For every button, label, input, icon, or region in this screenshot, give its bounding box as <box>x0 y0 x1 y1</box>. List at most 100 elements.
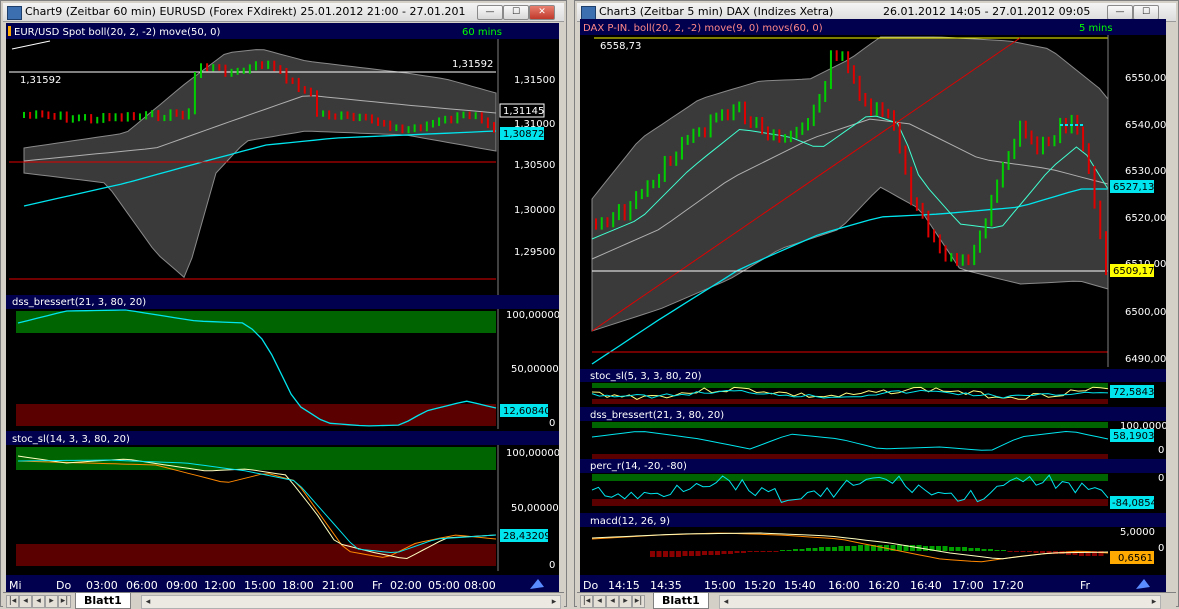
time-axis-label: 05:00 <box>428 579 460 592</box>
scroll-right-icon[interactable]: ▸ <box>1148 596 1160 608</box>
time-axis-label: 12:00 <box>204 579 236 592</box>
minimize-button[interactable]: — <box>1107 5 1133 20</box>
right-chart-canvas[interactable]: DAX P-IN. boll(20, 2, -2) move(9, 0) mov… <box>580 19 1166 593</box>
drawing-tool-line[interactable] <box>11 40 51 50</box>
axis-tick: 0 <box>1158 445 1164 456</box>
oversold-zone <box>592 399 1108 404</box>
axis-tick: 1,31500 <box>514 75 555 86</box>
scroll-left-icon[interactable]: ◂ <box>142 596 154 608</box>
macd-histogram-bar <box>799 549 805 551</box>
dss-line <box>591 430 1109 451</box>
next-page-button[interactable]: ▸ <box>45 595 58 608</box>
minimize-button[interactable]: — <box>477 5 503 20</box>
close-button[interactable]: ✕ <box>529 5 555 20</box>
price-tag-ma: 6527,13 <box>1113 182 1154 193</box>
next-sheet-button[interactable]: ▸| <box>58 595 71 608</box>
oversold-zone <box>592 499 1108 506</box>
macd-histogram-bar <box>812 548 818 551</box>
axis-tick: 6490,00 <box>1125 354 1166 365</box>
right-window-title: Chart3 (Zeitbar 5 min) DAX (Indizes Xetr… <box>599 5 834 18</box>
time-axis-label: 15:40 <box>784 579 816 592</box>
hline-price-label-right: 1,31592 <box>452 59 493 70</box>
macd-histogram-bar <box>994 550 1000 551</box>
right-chart-area[interactable]: DAX P-IN. boll(20, 2, -2) move(9, 0) mov… <box>580 19 1166 593</box>
macd-histogram-bar <box>747 551 753 552</box>
macd-histogram-bar <box>793 549 798 551</box>
stoc-label: stoc_sl(14, 3, 3, 80, 20) <box>12 434 130 445</box>
first-sheet-button[interactable]: |◂ <box>580 595 593 608</box>
macd-histogram-bar <box>981 549 987 551</box>
stoc-label: stoc_sl(5, 3, 3, 80, 20) <box>590 371 702 382</box>
axis-tick: 1,29500 <box>514 247 555 258</box>
macd-histogram-bar <box>734 551 740 553</box>
stoc-value-tag: 72,5843 <box>1113 387 1154 398</box>
macd-histogram-bar <box>663 551 668 557</box>
macd-histogram-bar <box>988 549 993 551</box>
macd-histogram-bar <box>695 551 701 556</box>
axis-tick: 6550,00 <box>1125 73 1166 84</box>
macd-signal-line <box>591 532 1109 560</box>
prev-page-button[interactable]: ◂ <box>606 595 619 608</box>
price-axis-ticks: 6550,00 6540,00 6530,00 6520,00 6510,00 … <box>1125 73 1166 365</box>
chart-app-icon <box>7 6 22 20</box>
macd-histogram-bar <box>949 547 954 551</box>
axis-tick: 6530,00 <box>1125 166 1166 177</box>
macd-histogram-bar <box>728 551 733 554</box>
chart-app-icon <box>581 6 596 20</box>
macd-histogram-bar <box>858 545 863 551</box>
left-title-bar[interactable]: Chart9 (Zeitbar 60 min) EURUSD (Forex FX… <box>3 3 564 22</box>
time-axis-label: 08:00 <box>464 579 496 592</box>
macd-histogram-bar <box>676 551 681 557</box>
left-sheet-tabs-bar: |◂ ◂ ◂ ▸ ▸| Blatt1 ◂ ▸ <box>3 592 564 609</box>
time-axis-label: 14:15 <box>608 579 640 592</box>
left-chart-area[interactable]: EUR/USD Spot boll(20, 2, -2) move(50, 0)… <box>6 23 559 593</box>
axis-tick: 0 <box>549 560 555 571</box>
scroll-left-icon[interactable]: ◂ <box>720 596 732 608</box>
axis-tick: 100,00000 <box>506 448 559 459</box>
time-axis-label: Do <box>56 579 71 592</box>
macd-histogram-bar <box>650 551 655 557</box>
axis-tick: 1,30500 <box>514 160 555 171</box>
maximize-button[interactable]: ☐ <box>1133 5 1159 20</box>
overbought-zone <box>16 311 496 333</box>
first-sheet-button[interactable]: |◂ <box>6 595 19 608</box>
macd-histogram-bar <box>754 551 759 552</box>
bollinger-band <box>23 49 497 279</box>
time-axis-label: 03:00 <box>86 579 118 592</box>
dss-label: dss_bressert(21, 3, 80, 20) <box>590 410 724 421</box>
high-price-label: 6558,73 <box>600 41 641 52</box>
time-axis-label: Fr <box>372 579 383 592</box>
time-axis-label: 02:00 <box>390 579 422 592</box>
next-sheet-button[interactable]: ▸| <box>632 595 645 608</box>
interval-label: 60 mins <box>462 27 502 38</box>
stoc-signal-line <box>17 459 497 554</box>
axis-tick: 5,0000 <box>1120 527 1155 538</box>
macd-histogram-bar <box>702 551 707 555</box>
time-axis-label: 09:00 <box>166 579 198 592</box>
macd-histogram-bar <box>715 551 720 555</box>
macd-value-tag: 0,6561 <box>1118 553 1153 564</box>
macd-histogram-bar <box>1040 551 1045 553</box>
macd-histogram-bar <box>838 546 844 551</box>
next-page-button[interactable]: ▸ <box>619 595 632 608</box>
oversold-zone <box>16 404 496 426</box>
time-axis-label: 16:00 <box>828 579 860 592</box>
macd-histogram-bar <box>975 548 980 551</box>
maximize-button[interactable]: ☐ <box>503 5 529 20</box>
prev-page-button[interactable]: ◂ <box>32 595 45 608</box>
interval-label: 5 mins <box>1079 23 1113 34</box>
time-axis-label: 15:20 <box>744 579 776 592</box>
prev-sheet-button[interactable]: ◂ <box>593 595 606 608</box>
axis-tick: 50,00000 <box>511 503 559 514</box>
prev-sheet-button[interactable]: ◂ <box>19 595 32 608</box>
axis-tick: 0 <box>1158 543 1164 554</box>
axis-tick: 100,00000 <box>506 310 559 321</box>
time-axis-label: Mi <box>9 579 22 592</box>
overbought-zone <box>16 447 496 470</box>
overbought-zone <box>592 422 1108 428</box>
left-chart-canvas[interactable]: EUR/USD Spot boll(20, 2, -2) move(50, 0)… <box>6 23 559 593</box>
scroll-right-icon[interactable]: ▸ <box>548 596 560 608</box>
macd-histogram-bar <box>682 551 688 556</box>
symbol-color-marker <box>8 26 11 36</box>
time-axis-label: 16:20 <box>868 579 900 592</box>
